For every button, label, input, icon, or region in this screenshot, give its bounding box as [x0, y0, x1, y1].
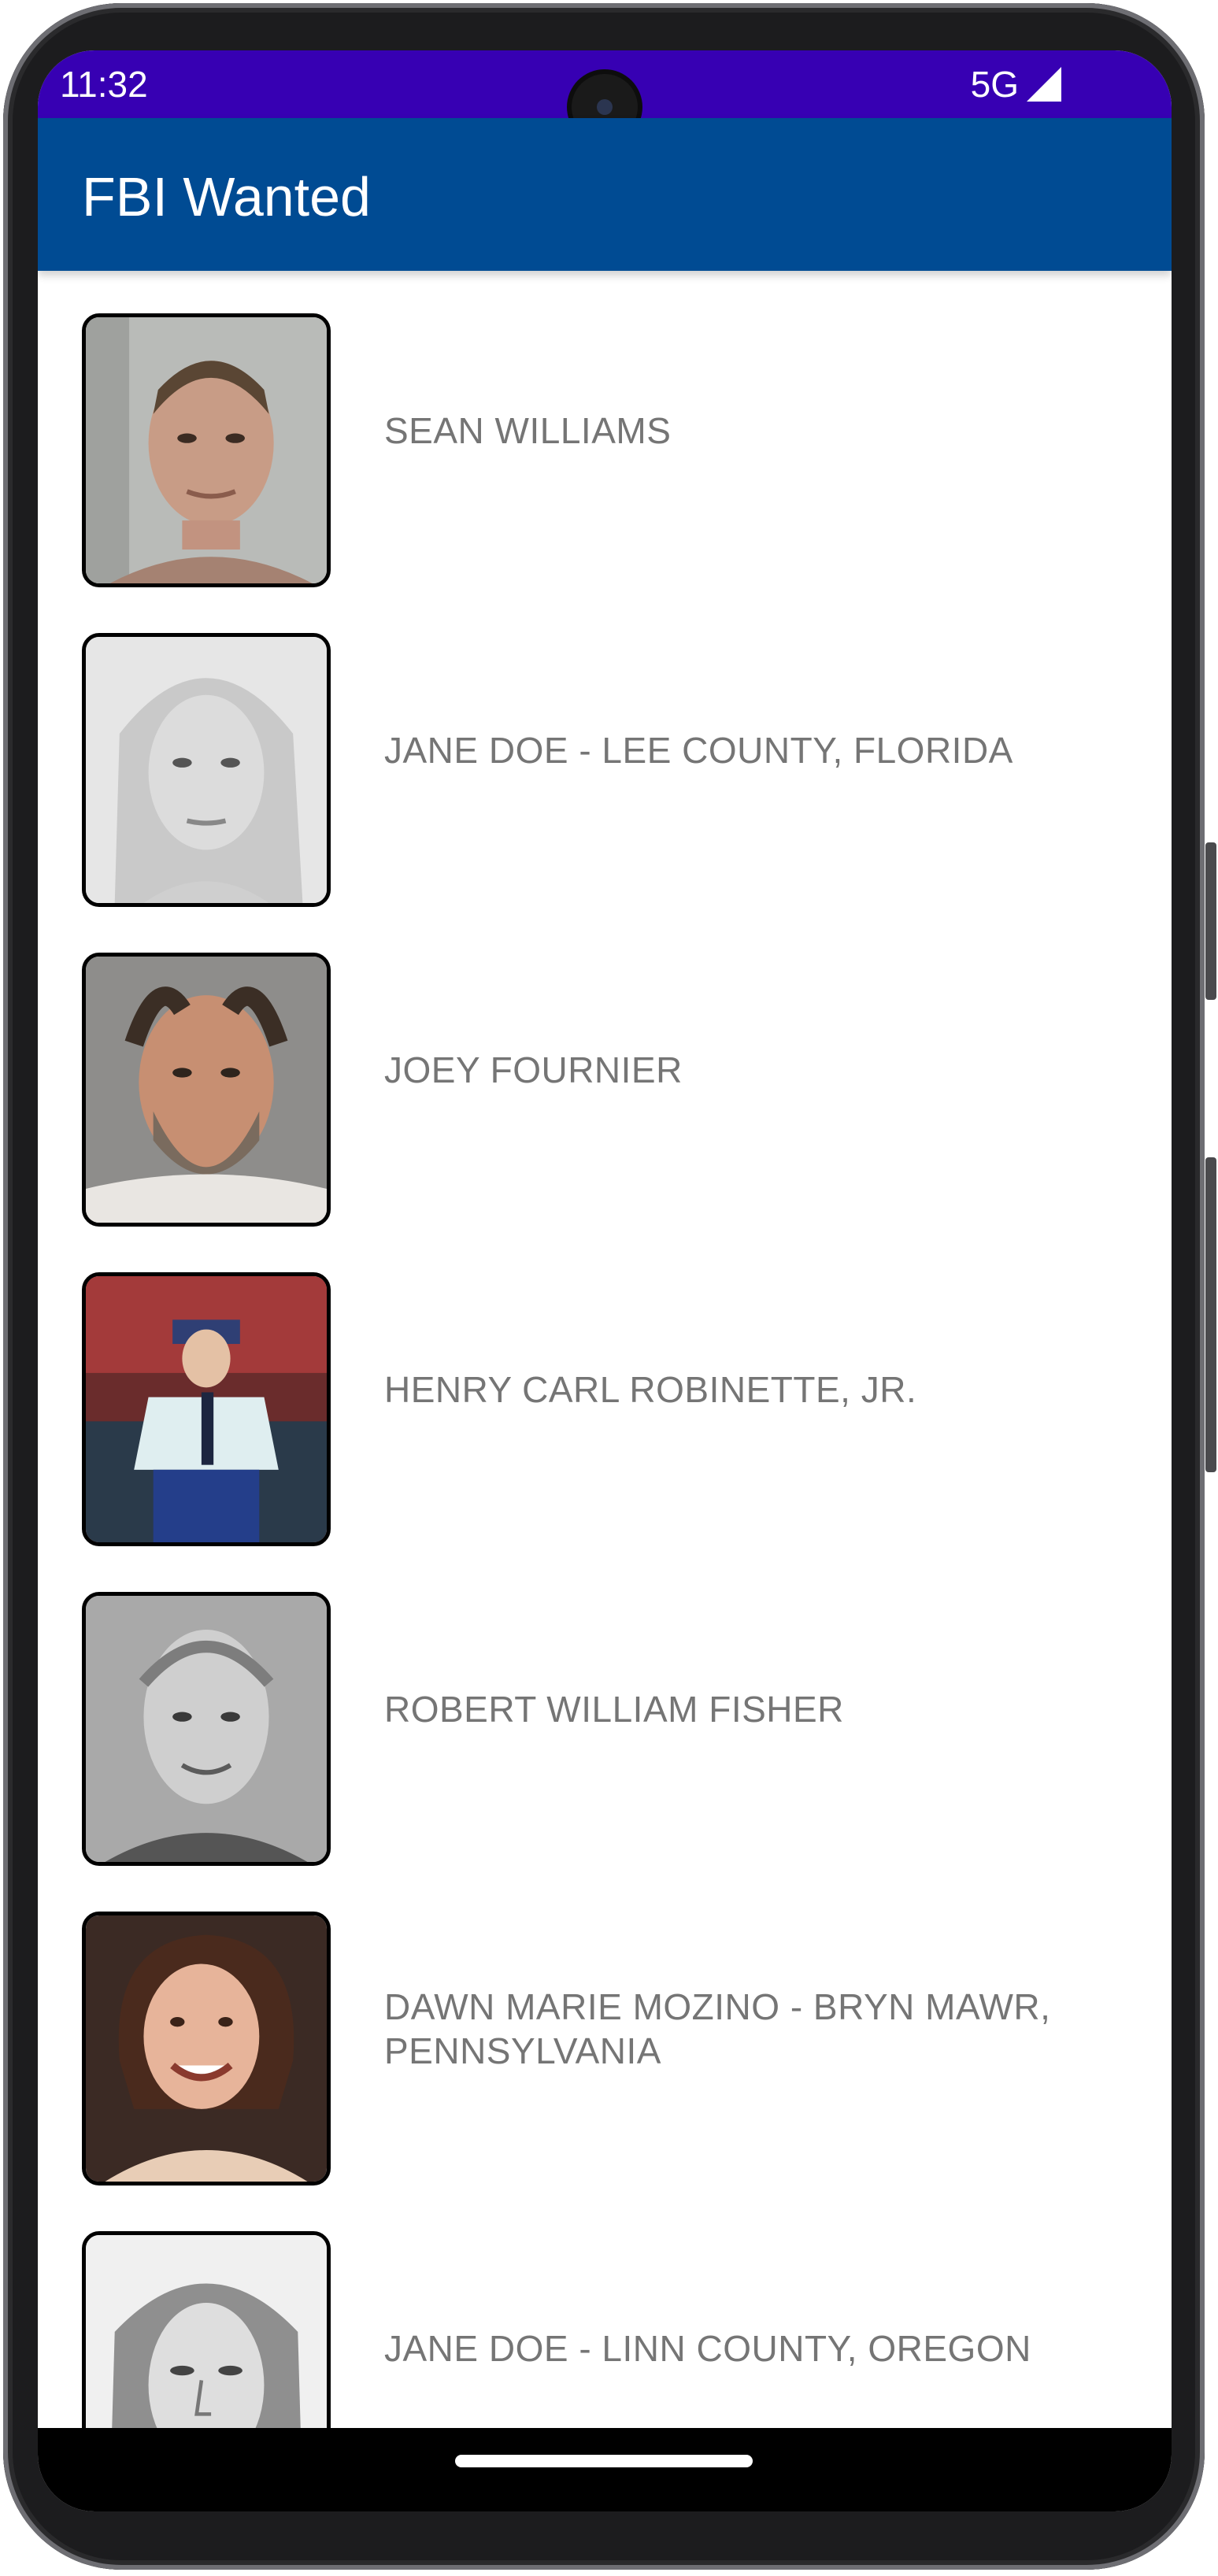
person-name: DAWN MARIE MOZINO - BRYN MAWR, PENNSYLVA…	[384, 1986, 1051, 2071]
person-name: ROBERT WILLIAM FISHER	[384, 1689, 844, 1730]
mugshot-photo	[82, 633, 331, 907]
person-name: JOEY FOURNIER	[384, 1049, 683, 1090]
phone-device: 11:32 5G FBI Wanted SEAN WILLIAMS JANE D…	[0, 0, 1218, 2576]
screen: 11:32 5G FBI Wanted SEAN WILLIAMS JANE D…	[38, 50, 1172, 2511]
signal-icon	[1027, 67, 1061, 102]
network-type: 5G	[970, 64, 1019, 105]
home-gesture-handle[interactable]	[455, 2455, 753, 2467]
person-name: JANE DOE - LINN COUNTY, OREGON	[384, 2328, 1031, 2369]
status-time: 11:32	[60, 64, 148, 105]
list-item[interactable]: DAWN MARIE MOZINO - BRYN MAWR, PENNSYLVA…	[38, 1869, 1172, 2189]
list-item[interactable]: JANE DOE - LEE COUNTY, FLORIDA	[38, 590, 1172, 910]
app-title: FBI Wanted	[82, 166, 371, 228]
mugshot-photo	[82, 313, 331, 587]
person-name: HENRY CARL ROBINETTE, JR.	[384, 1369, 917, 1410]
photo	[82, 1592, 331, 1866]
mugshot-photo	[82, 953, 331, 1227]
list-item[interactable]: HENRY CARL ROBINETTE, JR.	[38, 1230, 1172, 1549]
person-name: SEAN WILLIAMS	[384, 410, 672, 451]
navigation-bar	[38, 2428, 1172, 2511]
person-name: JANE DOE - LEE COUNTY, FLORIDA	[384, 730, 1013, 771]
volume-button	[1205, 842, 1216, 1000]
status-indicators: 5G	[971, 63, 1061, 105]
photo	[82, 1272, 331, 1546]
list-item[interactable]: JOEY FOURNIER	[38, 910, 1172, 1230]
list-item[interactable]: SEAN WILLIAMS	[38, 271, 1172, 590]
photo	[82, 1912, 331, 2186]
list-item[interactable]: ROBERT WILLIAM FISHER	[38, 1549, 1172, 1869]
power-button	[1205, 1157, 1216, 1472]
app-bar: FBI Wanted	[38, 118, 1172, 271]
